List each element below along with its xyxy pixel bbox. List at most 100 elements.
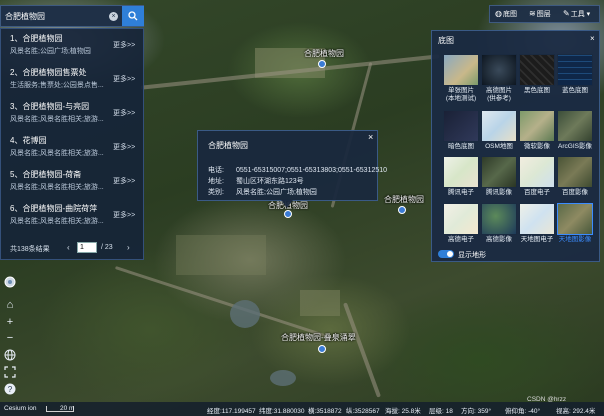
basemap-tile[interactable]: 腾讯影像 bbox=[481, 156, 517, 202]
basemap-tile[interactable]: OSM地图 bbox=[481, 110, 517, 156]
zoom-level-readout: 层级: 18 bbox=[429, 408, 453, 415]
basemap-panel-title: 底图 bbox=[438, 36, 454, 45]
result-desc: 风景名胜;风景名胜相关;旅游... bbox=[10, 150, 104, 157]
latitude-readout: 纬度:31.880030 bbox=[259, 408, 305, 415]
basemap-tile[interactable]: 腾讯电子 bbox=[443, 156, 479, 202]
basemap-tile[interactable]: 单张图片 (本地测试) bbox=[443, 54, 479, 102]
popup-category-row: 类别: 风景名胜;公园广场;植物园 bbox=[208, 187, 317, 197]
basemap-thumbnail bbox=[481, 110, 517, 142]
basemap-thumbnail bbox=[481, 203, 517, 235]
help-icon[interactable]: ? bbox=[4, 383, 16, 395]
basemap-tile[interactable]: 蓝色底图 bbox=[557, 54, 593, 100]
basemap-thumbnail bbox=[557, 110, 593, 142]
basemap-tile[interactable]: 百度影像 bbox=[557, 156, 593, 202]
poi-marker[interactable] bbox=[284, 210, 292, 218]
basemap-tile[interactable]: 高德电子 bbox=[443, 203, 479, 249]
pitch-readout: 俯仰角: -40° bbox=[505, 408, 541, 415]
status-bar: Cesium ion 20 m 经度:117.199457 纬度:31.8800… bbox=[0, 402, 604, 416]
poi-popup: 合肥植物园 × 电话: 0551-65315007;0551-65313803;0… bbox=[197, 130, 387, 201]
basemap-tile[interactable]: 黑色底图 bbox=[519, 54, 555, 100]
basemap-tile[interactable]: 高德图片 (供参考) bbox=[481, 54, 517, 102]
next-page-button[interactable]: › bbox=[127, 243, 130, 252]
more-link[interactable]: 更多>> bbox=[113, 108, 135, 118]
zoom-out-button[interactable]: − bbox=[4, 332, 16, 344]
result-title[interactable]: 5、合肥植物园-荷斋 bbox=[10, 169, 81, 180]
credit-text[interactable]: Cesium ion bbox=[4, 405, 37, 412]
address-value: 蜀山区环湖东路123号 bbox=[236, 178, 304, 185]
poi-marker[interactable] bbox=[318, 345, 326, 353]
page-number-input[interactable]: 1 bbox=[77, 242, 97, 253]
result-item[interactable]: 1、合肥植物园 风景名胜;公园广场;植物园 更多>> bbox=[1, 29, 143, 63]
result-item[interactable]: 4、花博园 风景名胜;风景名胜相关;旅游... 更多>> bbox=[1, 131, 143, 165]
fullscreen-icon[interactable] bbox=[4, 366, 16, 378]
altitude-readout: 海拔: 25.8米 bbox=[385, 408, 421, 415]
map-toolbar: ◍底图 ≋图层 ✎工具 ▾ bbox=[489, 5, 600, 23]
clear-icon[interactable]: × bbox=[109, 12, 118, 21]
basemap-tile[interactable]: 微软影像 bbox=[519, 110, 555, 156]
pagination: 共138条结果 ‹ 1 / 23 › bbox=[1, 240, 143, 258]
more-link[interactable]: 更多>> bbox=[113, 210, 135, 220]
x-coordinate-readout: 横:3518872 bbox=[308, 408, 342, 415]
road bbox=[343, 302, 381, 398]
more-link[interactable]: 更多>> bbox=[113, 176, 135, 186]
result-title[interactable]: 1、合肥植物园 bbox=[10, 33, 62, 44]
pond bbox=[270, 370, 296, 386]
search-button[interactable] bbox=[122, 6, 144, 26]
tools-button[interactable]: ✎工具 ▾ bbox=[563, 9, 590, 19]
result-desc: 风景名胜;风景名胜相关;旅游... bbox=[10, 218, 104, 225]
result-item[interactable]: 2、合肥植物园售票处 生活服务;售票处;公园景点售... 更多>> bbox=[1, 63, 143, 97]
search-results-panel: 1、合肥植物园 风景名胜;公园广场;植物园 更多>> 2、合肥植物园售票处 生活… bbox=[0, 28, 144, 260]
basemap-button[interactable]: ◍底图 bbox=[495, 9, 517, 19]
result-item[interactable]: 5、合肥植物园-荷斋 风景名胜;风景名胜相关;旅游... 更多>> bbox=[1, 165, 143, 199]
field-area bbox=[176, 235, 266, 275]
svg-text:?: ? bbox=[8, 385, 13, 394]
poi-marker[interactable] bbox=[318, 60, 326, 68]
result-count: 共138条结果 bbox=[10, 246, 50, 253]
zoom-in-button[interactable]: + bbox=[4, 316, 16, 328]
phone-label: 电话: bbox=[208, 167, 224, 174]
result-title[interactable]: 4、花博园 bbox=[10, 135, 46, 146]
basemap-thumbnail bbox=[519, 156, 555, 188]
close-icon[interactable]: × bbox=[590, 34, 595, 43]
basemap-thumbnail bbox=[557, 156, 593, 188]
terrain-toggle[interactable] bbox=[438, 250, 454, 258]
basemap-thumbnail bbox=[443, 54, 479, 86]
result-item[interactable]: 6、合肥植物园-曲院荷萍 风景名胜;风景名胜相关;旅游... 更多>> bbox=[1, 199, 143, 233]
basemap-tile[interactable]: 高德影像 bbox=[481, 203, 517, 249]
more-link[interactable]: 更多>> bbox=[113, 142, 135, 152]
layers-button[interactable]: ≋图层 bbox=[529, 9, 551, 19]
basemap-tile[interactable]: 百度电子 bbox=[519, 156, 555, 202]
more-link[interactable]: 更多>> bbox=[113, 74, 135, 84]
compass-icon[interactable] bbox=[4, 276, 16, 288]
prev-page-button[interactable]: ‹ bbox=[67, 243, 70, 252]
home-icon[interactable]: ⌂ bbox=[4, 299, 16, 311]
close-icon[interactable]: × bbox=[368, 132, 373, 142]
basemap-thumbnail bbox=[519, 110, 555, 142]
y-coordinate-readout: 纵:3528567 bbox=[346, 408, 380, 415]
basemap-tile[interactable]: 天地图电子 bbox=[519, 203, 555, 249]
category-value: 风景名胜;公园广场;植物园 bbox=[236, 189, 317, 196]
search-input[interactable] bbox=[5, 9, 117, 23]
basemap-tile-label: 百度影像 bbox=[562, 189, 588, 196]
basemap-thumbnail bbox=[481, 54, 517, 86]
popup-pointer bbox=[281, 200, 293, 208]
search-bar: × bbox=[0, 5, 144, 27]
globe-icon[interactable] bbox=[4, 349, 16, 361]
result-desc: 生活服务;售票处;公园景点售... bbox=[10, 82, 104, 89]
result-title[interactable]: 6、合肥植物园-曲院荷萍 bbox=[10, 203, 97, 214]
basemap-panel: 底图 × 单张图片 (本地测试) 高德图片 (供参考) 黑色底图 蓝色底图 暗色底图… bbox=[431, 30, 600, 262]
result-title[interactable]: 3、合肥植物园-与亮园 bbox=[10, 101, 89, 112]
terrain-label: 显示地形 bbox=[458, 252, 486, 259]
chevron-down-icon: ▾ bbox=[584, 11, 591, 18]
result-desc: 风景名胜;风景名胜相关;旅游... bbox=[10, 184, 104, 191]
result-item[interactable]: 3、合肥植物园-与亮园 风景名胜;风景名胜相关;旅游... 更多>> bbox=[1, 97, 143, 131]
result-title[interactable]: 2、合肥植物园售票处 bbox=[10, 67, 86, 78]
basemap-tile-selected[interactable]: 天地图影像 bbox=[557, 203, 593, 249]
longitude-readout: 经度:117.199457 bbox=[207, 408, 256, 415]
basemap-tile[interactable]: 暗色底图 bbox=[443, 110, 479, 156]
wrench-icon: ✎ bbox=[563, 9, 570, 18]
more-link[interactable]: 更多>> bbox=[113, 40, 135, 50]
layers-icon: ≋ bbox=[529, 9, 536, 18]
poi-marker[interactable] bbox=[398, 206, 406, 214]
basemap-tile[interactable]: ArcGIS影像 bbox=[557, 110, 593, 156]
